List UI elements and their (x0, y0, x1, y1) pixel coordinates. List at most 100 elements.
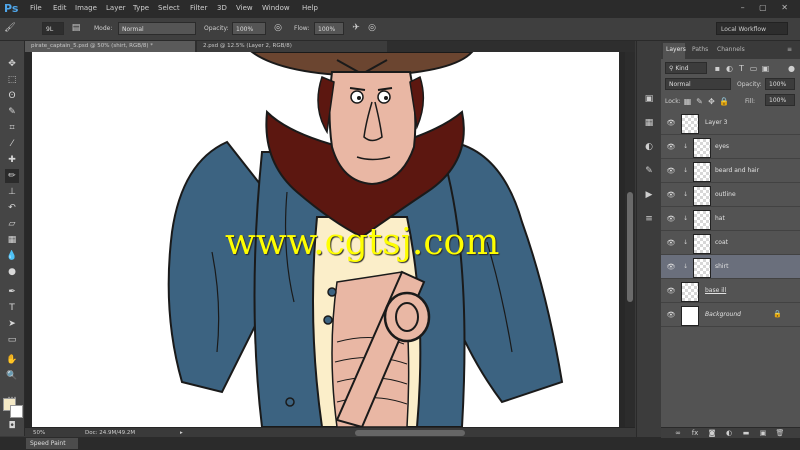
panel-menu-icon[interactable]: ≡ (787, 46, 792, 53)
menu-help[interactable]: Help (302, 4, 318, 12)
layer-opacity-field[interactable]: 100% (765, 78, 795, 90)
zoom-tool-icon[interactable]: 🔍 (5, 369, 19, 383)
menu-select[interactable]: Select (158, 4, 180, 12)
history-icon[interactable]: ▣ (643, 93, 655, 105)
menu-3d[interactable]: 3D (217, 4, 227, 12)
properties-icon[interactable]: ≡ (643, 213, 655, 225)
layer-row-selected[interactable]: 👁 ↓ shirt (661, 255, 800, 279)
type-tool-icon[interactable]: T (5, 301, 19, 315)
dodge-tool-icon[interactable]: ● (5, 265, 19, 279)
lock-label: Lock: (665, 98, 681, 105)
blend-mode-select[interactable]: Normal (665, 78, 731, 90)
tab-layers[interactable]: Layers (666, 46, 686, 53)
menu-type[interactable]: Type (133, 4, 149, 12)
workspace-switcher[interactable]: Local Workflow (716, 22, 788, 35)
visibility-eye-icon[interactable]: 👁 (666, 119, 676, 127)
brush-presets-icon[interactable]: ✎ (643, 165, 655, 177)
visibility-eye-icon[interactable]: 👁 (666, 239, 676, 247)
layer-row[interactable]: 👁 ↓ beard and hair (661, 159, 800, 183)
layer-row[interactable]: 👁 base ill (661, 279, 800, 303)
lock-image-icon[interactable]: ✎ (695, 97, 704, 106)
new-group-icon[interactable]: ▬ (741, 428, 751, 438)
quick-select-tool-icon[interactable]: ✎ (5, 105, 19, 119)
clone-stamp-tool-icon[interactable]: ⊥ (5, 185, 19, 199)
opacity-field[interactable]: 100% (232, 22, 266, 35)
adjustment-layer-icon[interactable]: ◐ (724, 428, 734, 438)
flow-field[interactable]: 100% (314, 22, 344, 35)
gradient-tool-icon[interactable]: ▦ (5, 233, 19, 247)
link-layers-icon[interactable]: ∞ (673, 428, 683, 438)
brush-size-picker[interactable]: 9L (42, 22, 64, 35)
visibility-eye-icon[interactable]: 👁 (666, 167, 676, 175)
healing-tool-icon[interactable]: ✚ (5, 153, 19, 167)
layer-row[interactable]: 👁 ↓ outline (661, 183, 800, 207)
menu-edit[interactable]: Edit (53, 4, 67, 12)
pressure-size-icon[interactable]: ◎ (366, 23, 378, 34)
marquee-tool-icon[interactable]: ⬚ (5, 73, 19, 87)
crop-tool-icon[interactable]: ⌗ (5, 121, 19, 135)
layer-kind-filter[interactable]: ⚲ Kind (665, 62, 707, 74)
visibility-eye-icon[interactable]: 👁 (666, 143, 676, 151)
menu-window[interactable]: Window (262, 4, 290, 12)
visibility-eye-icon[interactable]: 👁 (666, 263, 676, 271)
lock-position-icon[interactable]: ✥ (707, 97, 716, 106)
brush-tool-icon[interactable]: ✏ (5, 169, 19, 183)
layer-style-icon[interactable]: fx (690, 428, 700, 438)
layer-row[interactable]: 👁 ↓ hat (661, 207, 800, 231)
menu-file[interactable]: File (30, 4, 42, 12)
tab-paths[interactable]: Paths (692, 46, 708, 53)
speed-paint-tab[interactable]: Speed Paint (26, 438, 78, 449)
tab-channels[interactable]: Channels (717, 46, 745, 53)
eraser-tool-icon[interactable]: ▱ (5, 217, 19, 231)
vertical-scroll-thumb[interactable] (627, 192, 633, 302)
lock-transparent-icon[interactable]: ▦ (683, 97, 692, 106)
actions-icon[interactable]: ▶ (643, 189, 655, 201)
menu-filter[interactable]: Filter (190, 4, 207, 12)
fill-field[interactable]: 100% (765, 94, 795, 106)
swatches-icon[interactable]: ▦ (643, 117, 655, 129)
eyedropper-tool-icon[interactable]: ⁄ (5, 137, 19, 151)
brush-preset-icon[interactable]: 🖌 (4, 23, 16, 34)
background-color-swatch[interactable] (10, 405, 23, 418)
adjustments-icon[interactable]: ◐ (643, 141, 655, 153)
delete-layer-icon[interactable]: 🗑 (775, 428, 785, 438)
layer-row[interactable]: 👁 ↓ eyes (661, 135, 800, 159)
pressure-opacity-icon[interactable]: ◎ (272, 23, 284, 34)
visibility-eye-icon[interactable]: 👁 (666, 287, 676, 295)
visibility-eye-icon[interactable]: 👁 (666, 215, 676, 223)
horizontal-scroll-thumb[interactable] (355, 430, 465, 436)
layer-row[interactable]: 👁 ↓ coat (661, 231, 800, 255)
hand-tool-icon[interactable]: ✋ (5, 353, 19, 367)
brush-panel-icon[interactable]: ▤ (70, 23, 82, 34)
move-tool-icon[interactable]: ✥ (5, 57, 19, 71)
menu-layer[interactable]: Layer (106, 4, 126, 12)
airbrush-icon[interactable]: ✈ (350, 23, 362, 34)
shape-tool-icon[interactable]: ▭ (5, 333, 19, 347)
filter-toggle-icon[interactable]: ● (787, 64, 796, 73)
menu-view[interactable]: View (236, 4, 253, 12)
filter-shape-icon[interactable]: ▭ (749, 64, 758, 73)
pen-tool-icon[interactable]: ✒ (5, 285, 19, 299)
mode-select[interactable]: Normal (118, 22, 196, 35)
vertical-scrollbar[interactable] (625, 52, 635, 427)
tab-document-2[interactable]: 2.psd @ 12.5% (Layer 2, RGB/8) (197, 41, 387, 52)
new-layer-icon[interactable]: ▣ (758, 428, 768, 438)
visibility-eye-icon[interactable]: 👁 (666, 311, 676, 319)
visibility-eye-icon[interactable]: 👁 (666, 191, 676, 199)
blur-tool-icon[interactable]: 💧 (5, 249, 19, 263)
history-brush-tool-icon[interactable]: ↶ (5, 201, 19, 215)
layer-row[interactable]: 👁 Layer 3 (661, 111, 800, 135)
add-mask-icon[interactable]: ◙ (707, 428, 717, 438)
tab-pirate-captain[interactable]: pirate_captain_5.psd @ 50% (shirt, RGB/8… (25, 41, 195, 52)
path-select-tool-icon[interactable]: ➤ (5, 317, 19, 331)
filter-pixel-icon[interactable]: ▪ (713, 64, 722, 73)
filter-type-icon[interactable]: T (737, 64, 746, 73)
filter-smart-object-icon[interactable]: ▣ (761, 64, 770, 73)
quick-mask-icon[interactable]: ◘ (5, 419, 19, 433)
window-controls[interactable]: – ▢ ✕ (741, 3, 794, 12)
lock-all-icon[interactable]: 🔒 (719, 97, 729, 106)
layer-row[interactable]: 👁 Background 🔒 (661, 303, 800, 327)
menu-image[interactable]: Image (75, 4, 97, 12)
lasso-tool-icon[interactable]: ʘ (5, 89, 19, 103)
filter-adjustment-icon[interactable]: ◐ (725, 64, 734, 73)
